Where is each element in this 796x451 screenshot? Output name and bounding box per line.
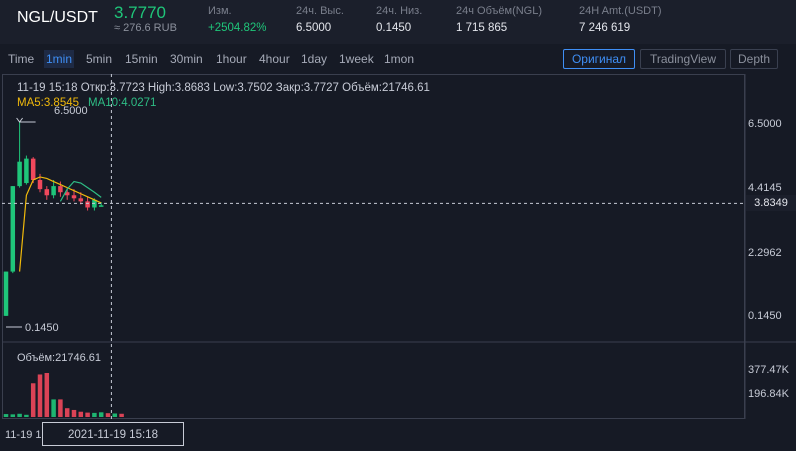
volume-bar: [3, 414, 9, 417]
volume-bar: [119, 413, 124, 417]
candle-body: [71, 195, 77, 199]
high-marker-label: 6.5000: [54, 105, 88, 117]
price-chart[interactable]: [0, 0, 796, 451]
y-tick-label: 0.1450: [748, 310, 782, 322]
volume-bar: [71, 409, 77, 417]
volume-bar: [105, 413, 111, 417]
crosshair-date-label: 2021-11-19 15:18: [42, 422, 184, 446]
volume-bar: [98, 412, 104, 417]
crosshair-price-tag: 3.8349: [746, 195, 796, 212]
volume-bar: [51, 399, 56, 417]
volume-tick-label: 377.47K: [748, 364, 789, 376]
ma10-value: MA10:4.0271: [88, 97, 157, 109]
x-axis-label: 11-19 1: [5, 429, 42, 441]
high-marker-arrow: [16, 117, 23, 123]
low-marker-label: 0.1450: [25, 322, 59, 334]
volume-bar: [64, 408, 70, 417]
volume-bar: [112, 413, 118, 417]
volume-bar: [17, 413, 22, 417]
candle-body: [37, 180, 43, 190]
candle-body: [98, 205, 104, 207]
volume-tick-label: 196.84K: [748, 388, 789, 400]
volume-bar: [10, 414, 16, 417]
y-tick-label: 6.5000: [748, 118, 782, 130]
candle-body: [58, 186, 63, 193]
candle-body: [24, 158, 29, 184]
candle-body: [10, 186, 16, 272]
candle-body: [30, 158, 36, 181]
y-tick-label: 4.4145: [748, 182, 782, 194]
volume-bar: [78, 411, 84, 417]
ohlc-info: 11-19 15:18 Откр:3.7723 High:3.8683 Low:…: [17, 82, 430, 94]
volume-bar: [85, 412, 90, 417]
volume-bar: [30, 383, 36, 417]
candle-body: [3, 271, 9, 316]
volume-bar: [92, 412, 97, 417]
volume-bar: [58, 399, 63, 417]
volume-bar: [37, 374, 43, 417]
volume-bar: [24, 414, 29, 417]
volume-label: Объём:21746.61: [17, 352, 101, 364]
candle-body: [85, 201, 90, 208]
candle-body: [78, 198, 84, 202]
candle-body: [17, 161, 22, 187]
candle-body: [51, 186, 56, 196]
volume-bar: [44, 373, 50, 417]
y-tick-label: 2.2962: [748, 247, 782, 259]
candle-body: [44, 189, 50, 196]
